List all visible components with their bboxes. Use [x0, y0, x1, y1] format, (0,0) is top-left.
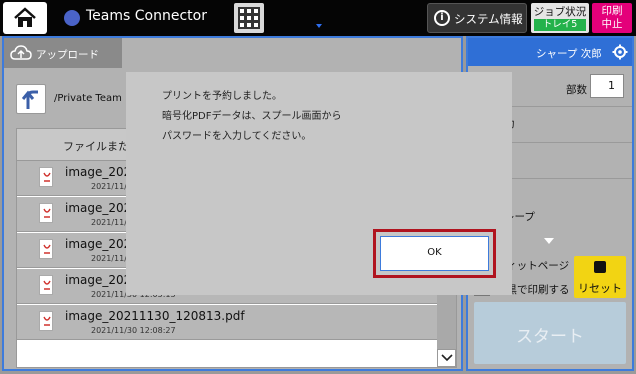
- pdf-file-icon: [39, 311, 53, 331]
- file-date: 2021/11/: [91, 218, 127, 227]
- keyboard-icon: [238, 7, 260, 29]
- file-list-header-label: ファイルまた(: [63, 140, 134, 153]
- expand-settings-icon[interactable]: [544, 238, 554, 244]
- dialog-message-line2: 暗号化PDFデータは、スプール画面から: [162, 111, 342, 122]
- upload-tab[interactable]: アップロード: [4, 38, 122, 68]
- stop-print-label-line1: 印刷: [601, 5, 623, 17]
- file-row[interactable]: image_20211130_120813.pdf 2021/11/30 12:…: [17, 305, 437, 340]
- user-bar: シャープ 次郎: [468, 38, 632, 66]
- gear-icon[interactable]: [612, 44, 628, 60]
- copies-input[interactable]: 1: [590, 74, 624, 98]
- print-reserved-dialog: プリントを予約しました。 暗号化PDFデータは、スプール画面から パスワードを入…: [126, 72, 512, 295]
- job-status-button[interactable]: ジョブ状況 トレイ5: [531, 3, 589, 33]
- app-title: Teams Connector: [86, 8, 207, 24]
- title-dropdown-arrow-icon[interactable]: [316, 24, 322, 28]
- pdf-file-icon: [39, 239, 53, 259]
- upload-tab-label: アップロード: [36, 49, 99, 61]
- dialog-message-line1: プリントを予約しました。: [162, 91, 282, 102]
- pdf-file-icon: [39, 275, 53, 295]
- ok-label: OK: [427, 247, 442, 258]
- start-label: スタート: [516, 327, 584, 347]
- teams-app-icon: [64, 10, 80, 26]
- main-area: アップロード /Private Team 1/C ファイルまた( image_2…: [0, 36, 636, 374]
- copies-label: 部数: [566, 84, 587, 96]
- pdf-file-icon: [39, 203, 53, 223]
- file-date: 2021/11/: [91, 182, 127, 191]
- file-name: image_20211130_120813.pdf: [65, 309, 245, 323]
- home-button[interactable]: [3, 2, 47, 34]
- pdf-file-icon: [39, 167, 53, 187]
- dialog-message: プリントを予約しました。 暗号化PDFデータは、スプール画面から パスワードを入…: [162, 87, 341, 147]
- ok-button[interactable]: OK: [380, 236, 489, 271]
- user-name: シャープ 次郎: [536, 48, 602, 60]
- top-bar: Teams Connector i システム情報 ジョブ状況 トレイ5 印刷 中…: [0, 0, 636, 36]
- reset-label: リセット: [578, 282, 622, 295]
- scroll-down-button[interactable]: [437, 349, 456, 367]
- cloud-upload-icon: [10, 45, 32, 60]
- dialog-message-line3: パスワードを入力してください。: [162, 131, 312, 142]
- system-info-label: システム情報: [454, 12, 523, 26]
- eraser-icon: [594, 261, 606, 273]
- info-icon: i: [434, 10, 450, 26]
- return-arrow-icon: [22, 90, 38, 109]
- job-status-tray: トレイ5: [534, 19, 586, 31]
- ok-button-highlight: OK: [373, 229, 496, 278]
- file-date: 2021/11/30 12:08:27: [91, 326, 176, 335]
- keyboard-button[interactable]: [234, 3, 264, 33]
- stop-print-label-line2: 中止: [601, 18, 623, 30]
- reset-button[interactable]: リセット: [574, 256, 626, 298]
- chevron-down-icon: [441, 354, 453, 362]
- start-button[interactable]: スタート: [474, 302, 626, 364]
- back-button[interactable]: [16, 84, 46, 114]
- system-info-button[interactable]: i システム情報: [427, 3, 527, 33]
- home-icon: [14, 7, 36, 27]
- stop-print-button[interactable]: 印刷 中止: [592, 3, 632, 33]
- job-status-label: ジョブ状況: [533, 6, 587, 18]
